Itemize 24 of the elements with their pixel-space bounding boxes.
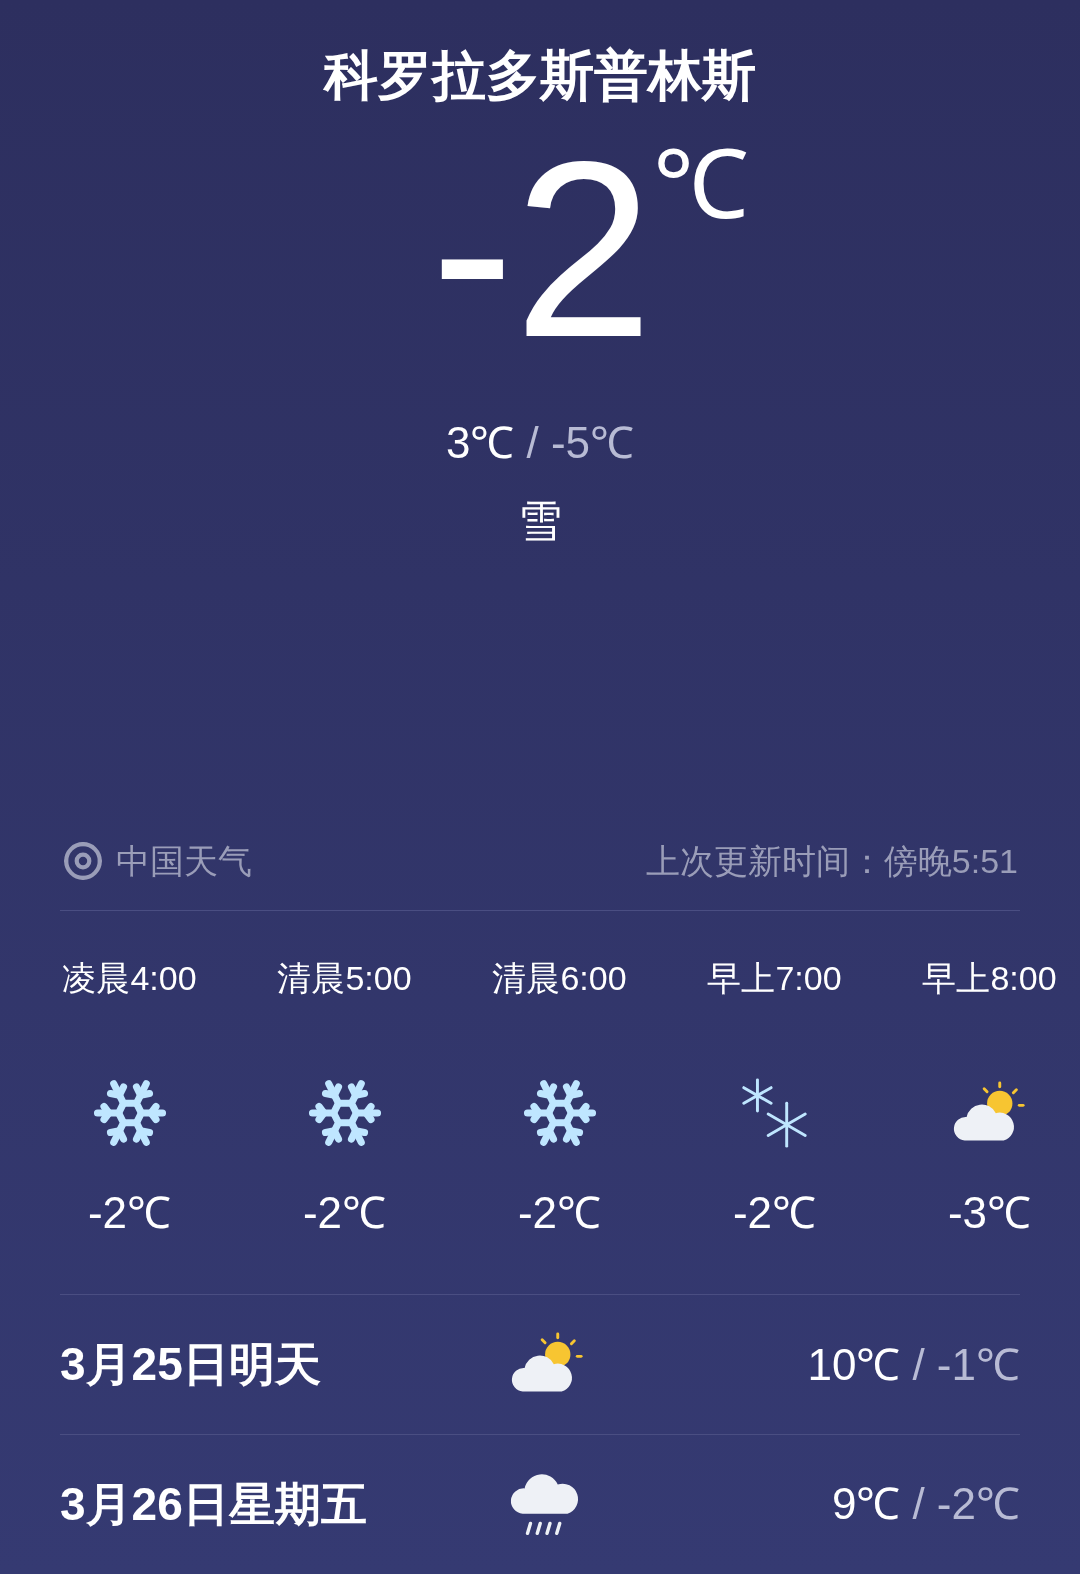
forecast-date: 3月26日星期五	[60, 1476, 368, 1532]
hour-temperature: -2℃	[302, 1186, 387, 1239]
hour-temperature: -2℃	[732, 1186, 817, 1239]
forecast-low: / -2℃	[912, 1478, 1020, 1531]
last-updated-time: 上次更新时间：傍晚5:51	[645, 840, 1018, 882]
hour-time: 清晨6:00	[492, 957, 627, 999]
hour-time: 清晨5:00	[277, 957, 412, 999]
forecast-date: 3月25日明天	[60, 1337, 322, 1393]
hour-temperature: -3℃	[947, 1186, 1032, 1239]
hour-time: 凌晨4:00	[62, 957, 197, 999]
high-temperature: 3℃	[445, 417, 515, 469]
forecast-low: / -1℃	[912, 1338, 1020, 1391]
hour-time: 早上8:00	[922, 957, 1057, 999]
temperature-unit: ℃	[653, 130, 750, 240]
hour-temperature: -2℃	[517, 1186, 602, 1239]
low-temperature: / -5℃	[526, 417, 635, 469]
hour-temperature: -2℃	[87, 1186, 172, 1239]
city-name: 科罗拉多斯普林斯	[324, 44, 756, 107]
forecast-high: 9℃	[831, 1478, 901, 1531]
current-temperature: -2	[430, 125, 654, 375]
source-name: 中国天气	[116, 840, 252, 882]
weather-condition: 雪	[518, 495, 562, 547]
hour-time: 早上7:00	[707, 957, 842, 999]
forecast-high: 10℃	[807, 1338, 901, 1391]
